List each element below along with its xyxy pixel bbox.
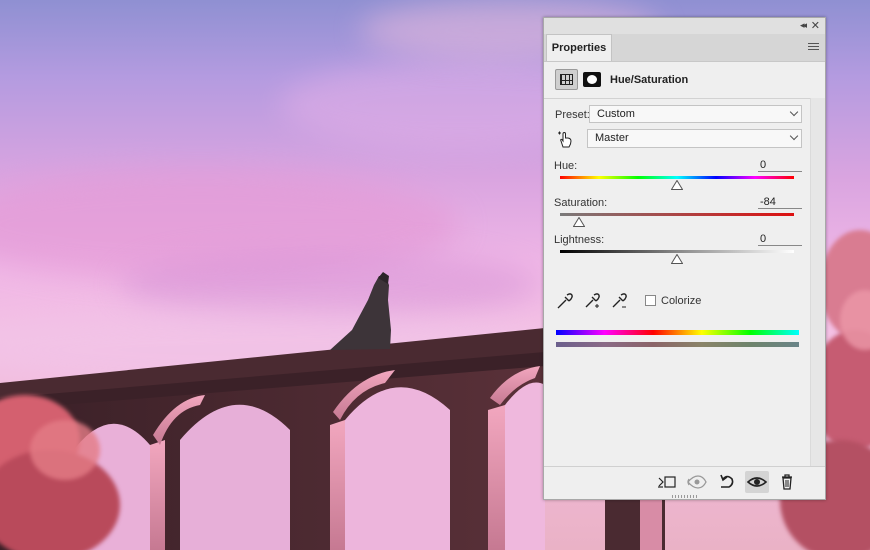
hamburger-menu-icon[interactable] [808, 43, 819, 52]
lightness-slider-track[interactable] [560, 250, 794, 253]
preset-value: Custom [597, 108, 635, 120]
output-color-spectrum [556, 342, 799, 347]
hue-label: Hue: [554, 160, 578, 172]
lightness-value-field[interactable]: 0 [758, 233, 802, 246]
saturation-slider-track[interactable] [560, 213, 794, 216]
colorize-checkbox[interactable] [645, 295, 656, 306]
hand-pointer-icon[interactable] [557, 130, 575, 148]
layer-mask-icon[interactable] [583, 72, 601, 87]
trash-icon[interactable] [775, 471, 799, 493]
range-value: Master [595, 132, 629, 144]
clip-to-layer-icon[interactable] [655, 471, 679, 493]
tab-properties[interactable]: Properties [546, 34, 612, 61]
panel-title-strip: ◂◂ ✕ [544, 18, 825, 34]
input-color-spectrum [556, 330, 799, 335]
eyedropper-plus-icon[interactable] [583, 292, 601, 310]
adjustment-title: Hue/Saturation [610, 74, 689, 86]
panel-tab-bar: Properties [544, 34, 825, 62]
hue-slider-track[interactable] [560, 176, 794, 179]
panel-scrollbar[interactable] [810, 98, 825, 470]
hue-slider-thumb[interactable] [671, 180, 683, 190]
panel-footer-toolbar [544, 466, 825, 499]
lightness-slider-thumb[interactable] [671, 254, 683, 264]
resize-grip[interactable] [672, 495, 698, 498]
adjustment-header: Hue/Saturation [544, 62, 825, 99]
preset-label: Preset: [555, 109, 590, 121]
chevron-down-icon [789, 131, 799, 141]
saturation-slider-thumb[interactable] [572, 217, 585, 227]
reset-icon[interactable] [715, 471, 739, 493]
properties-panel: ◂◂ ✕ Properties Hue/Saturation Preset: C… [543, 17, 826, 500]
visibility-eye-icon[interactable] [745, 471, 769, 493]
hue-value-field[interactable]: 0 [758, 159, 802, 172]
saturation-value-field[interactable]: -84 [758, 196, 802, 209]
chevron-down-icon [789, 107, 799, 117]
eyedropper-icon[interactable] [556, 292, 574, 310]
saturation-label: Saturation: [554, 197, 608, 209]
double-chevron-left-icon[interactable]: ◂◂ [800, 20, 807, 31]
channel-range-dropdown[interactable]: Master [587, 129, 802, 148]
close-icon[interactable]: ✕ [811, 19, 820, 32]
colorize-label: Colorize [661, 295, 702, 307]
hue-saturation-grid-icon[interactable] [555, 69, 578, 90]
preset-dropdown[interactable]: Custom [589, 105, 802, 123]
eyedropper-minus-icon[interactable] [610, 292, 628, 310]
lightness-label: Lightness: [554, 234, 605, 246]
view-previous-state-icon[interactable] [685, 471, 709, 493]
